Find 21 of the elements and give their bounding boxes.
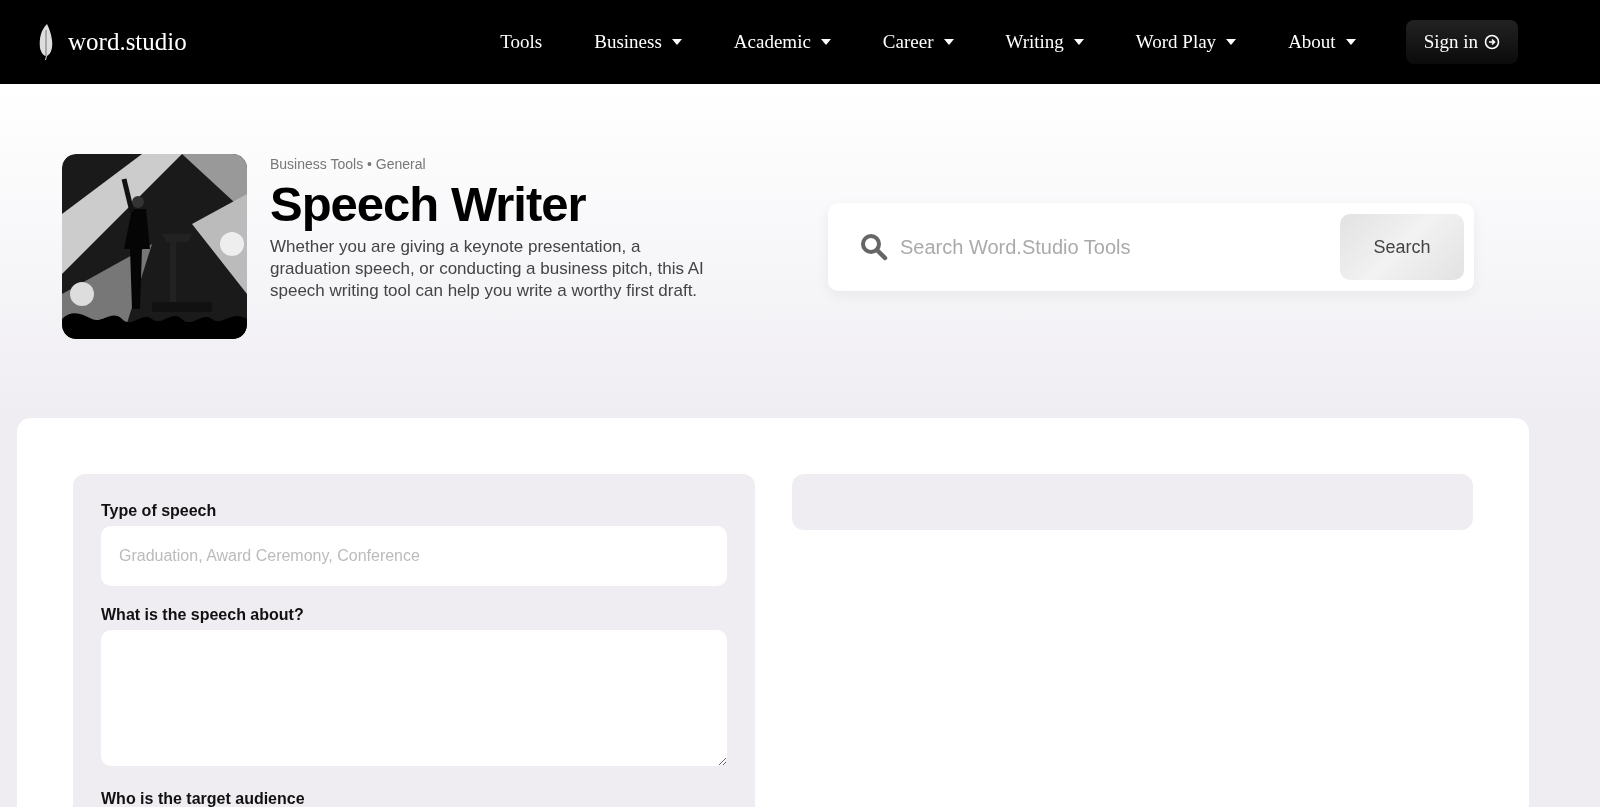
field-label: Type of speech	[101, 502, 218, 520]
nav-item[interactable]: Tools	[500, 31, 543, 53]
brand-name[interactable]: word.studio	[68, 28, 187, 56]
nav-item[interactable]: Writing	[1005, 31, 1084, 53]
nav-item[interactable]: About	[1288, 31, 1356, 53]
breadcrumb: Business Tools • General	[270, 156, 427, 172]
input-field[interactable]: Graduation, Award Ceremony, Conference	[101, 526, 727, 586]
feather-logo-icon[interactable]	[38, 24, 54, 60]
tool-description: Whether you are giving a keynote presentation, a graduation speech, or conducting a business pitch, this AI speech writing tool can help you write a worthy first draft.	[270, 236, 705, 302]
search-icon	[860, 233, 888, 261]
nav-item[interactable]: Academic	[733, 31, 831, 53]
field-label: Who is the target audience	[101, 790, 306, 807]
nav-item[interactable]: Business	[594, 31, 682, 53]
search-field[interactable]: Search Word.Studio Tools	[898, 234, 1340, 260]
page-title: Speech Writer	[270, 176, 587, 232]
arrow-circle-icon	[1484, 34, 1500, 50]
search-button[interactable]: Search	[1340, 214, 1464, 280]
field-label: What is the speech about?	[101, 606, 305, 624]
sign-in-button[interactable]: Sign in	[1405, 20, 1518, 64]
nav-item[interactable]: Career	[882, 31, 954, 53]
nav-item[interactable]: Word Play	[1135, 31, 1237, 53]
